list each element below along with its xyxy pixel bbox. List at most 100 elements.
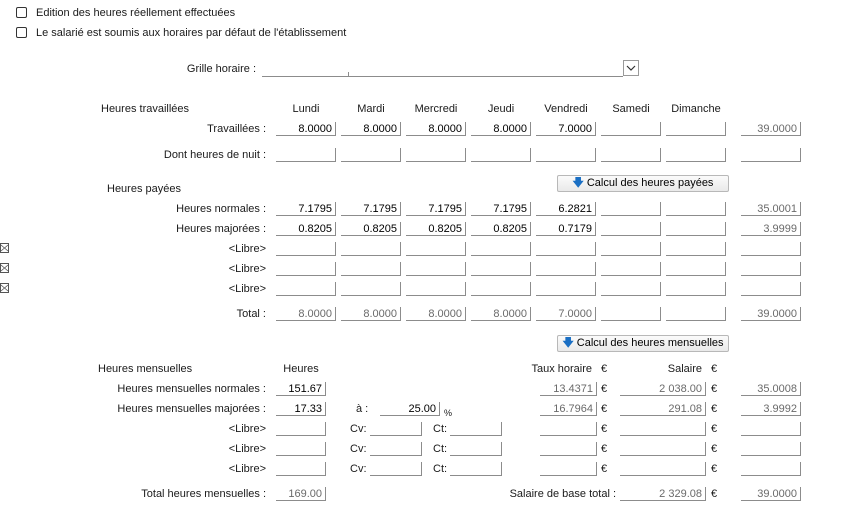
payees-row-cell[interactable] xyxy=(406,262,466,276)
payees-row-cell[interactable]: 7.1795 xyxy=(471,202,531,216)
heures-nuit-row-cell[interactable] xyxy=(471,148,531,162)
mensuelles-normales-salaire[interactable]: 2 038.00 xyxy=(620,382,706,396)
libre-mensuel-total[interactable] xyxy=(741,422,801,436)
payees-row-cell[interactable]: 0.7179 xyxy=(536,222,596,236)
mensuelles-normales-taux[interactable]: 13.4371 xyxy=(540,382,597,396)
payees-row-cell[interactable] xyxy=(471,262,531,276)
envelope-icon[interactable] xyxy=(0,263,9,273)
payees-row-cell[interactable] xyxy=(341,262,401,276)
payees-row-cell[interactable]: 7.1795 xyxy=(406,202,466,216)
libre-mensuel-total[interactable] xyxy=(741,462,801,476)
payees-row-cell[interactable] xyxy=(666,242,726,256)
payees-row-cell[interactable]: 7.1795 xyxy=(341,202,401,216)
envelope-icon[interactable] xyxy=(0,283,9,293)
heures-nuit-row-cell[interactable] xyxy=(276,148,336,162)
payees-row-total[interactable]: 35.0001 xyxy=(741,202,801,216)
cv-field[interactable] xyxy=(370,442,422,456)
payees-row-cell[interactable] xyxy=(341,242,401,256)
payees-row-cell[interactable] xyxy=(471,242,531,256)
payees-total-row-cell[interactable]: 7.0000 xyxy=(536,307,596,321)
ct-field[interactable] xyxy=(450,422,502,436)
cv-field[interactable] xyxy=(370,422,422,436)
payees-row-cell[interactable] xyxy=(666,202,726,216)
travaillees-row-cell[interactable]: 8.0000 xyxy=(341,122,401,136)
calcul-heures-mensuelles-button[interactable]: 🡇 Calcul des heures mensuelles xyxy=(557,335,729,352)
libre-mensuel-total[interactable] xyxy=(741,442,801,456)
libre-mensuel-heures[interactable] xyxy=(276,442,326,456)
heures-nuit-row-cell[interactable] xyxy=(341,148,401,162)
calcul-heures-payees-button[interactable]: 🡇 Calcul des heures payées xyxy=(557,175,729,192)
ct-field[interactable] xyxy=(450,442,502,456)
libre-mensuel-taux[interactable] xyxy=(540,462,597,476)
payees-row-total[interactable] xyxy=(741,282,801,296)
travaillees-row-cell[interactable] xyxy=(666,122,726,136)
payees-row-total[interactable]: 3.9999 xyxy=(741,222,801,236)
payees-row-cell[interactable] xyxy=(276,262,336,276)
payees-row-cell[interactable] xyxy=(601,222,661,236)
payees-row-cell[interactable] xyxy=(601,202,661,216)
payees-row-cell[interactable]: 6.2821 xyxy=(536,202,596,216)
edition-checkbox[interactable] xyxy=(16,7,27,18)
heures-nuit-row-cell[interactable] xyxy=(666,148,726,162)
total-heures-mensuelles[interactable]: 169.00 xyxy=(276,487,326,501)
payees-row-cell[interactable] xyxy=(536,262,596,276)
libre-mensuel-taux[interactable] xyxy=(540,422,597,436)
travaillees-row-cell[interactable] xyxy=(601,122,661,136)
mensuelles-majorees-taux[interactable]: 16.7964 xyxy=(540,402,597,416)
cv-field[interactable] xyxy=(370,462,422,476)
libre-mensuel-salaire[interactable] xyxy=(620,442,706,456)
payees-row-cell[interactable] xyxy=(471,282,531,296)
payees-row-cell[interactable] xyxy=(536,242,596,256)
payees-row-total[interactable] xyxy=(741,242,801,256)
heures-nuit-row-cell[interactable] xyxy=(406,148,466,162)
mensuelles-majorees-heures[interactable]: 17.33 xyxy=(276,402,326,416)
payees-total-row-cell[interactable]: 8.0000 xyxy=(341,307,401,321)
payees-row-cell[interactable] xyxy=(666,282,726,296)
salaire-base-total[interactable]: 2 329.08 xyxy=(620,487,706,501)
heures-nuit-row-cell[interactable] xyxy=(536,148,596,162)
travaillees-row-cell[interactable]: 7.0000 xyxy=(536,122,596,136)
payees-total-row-cell[interactable] xyxy=(601,307,661,321)
payees-row-cell[interactable] xyxy=(276,242,336,256)
heures-nuit-row-total[interactable] xyxy=(741,148,801,162)
majoration-pct[interactable]: 25.00 xyxy=(380,402,440,416)
payees-row-cell[interactable] xyxy=(666,262,726,276)
libre-mensuel-heures[interactable] xyxy=(276,422,326,436)
payees-total-row-cell[interactable]: 8.0000 xyxy=(276,307,336,321)
payees-row-cell[interactable] xyxy=(276,282,336,296)
soumis-checkbox[interactable] xyxy=(16,27,27,38)
grille-dropdown-button[interactable] xyxy=(623,60,639,76)
mensuelles-normales-heures[interactable]: 151.67 xyxy=(276,382,326,396)
payees-row-cell[interactable] xyxy=(406,282,466,296)
payees-row-cell[interactable] xyxy=(536,282,596,296)
libre-mensuel-heures[interactable] xyxy=(276,462,326,476)
payees-row-cell[interactable] xyxy=(601,282,661,296)
payees-row-cell[interactable]: 0.8205 xyxy=(341,222,401,236)
payees-row-cell[interactable]: 0.8205 xyxy=(406,222,466,236)
libre-mensuel-taux[interactable] xyxy=(540,442,597,456)
salaire-total[interactable]: 39.0000 xyxy=(741,487,801,501)
grille-select[interactable] xyxy=(262,62,623,77)
travaillees-row-cell[interactable]: 8.0000 xyxy=(406,122,466,136)
heures-nuit-row-cell[interactable] xyxy=(601,148,661,162)
payees-row-cell[interactable] xyxy=(601,242,661,256)
travaillees-row-cell[interactable]: 8.0000 xyxy=(276,122,336,136)
travaillees-row-total[interactable]: 39.0000 xyxy=(741,122,801,136)
payees-row-cell[interactable] xyxy=(341,282,401,296)
libre-mensuel-salaire[interactable] xyxy=(620,462,706,476)
payees-row-total[interactable] xyxy=(741,262,801,276)
payees-total-row-total[interactable]: 39.0000 xyxy=(741,307,801,321)
mensuelles-majorees-total[interactable]: 3.9992 xyxy=(741,402,801,416)
mensuelles-normales-total[interactable]: 35.0008 xyxy=(741,382,801,396)
payees-row-cell[interactable]: 7.1795 xyxy=(276,202,336,216)
payees-row-cell[interactable] xyxy=(406,242,466,256)
payees-row-cell[interactable] xyxy=(666,222,726,236)
payees-row-cell[interactable] xyxy=(601,262,661,276)
mensuelles-majorees-salaire[interactable]: 291.08 xyxy=(620,402,706,416)
libre-mensuel-salaire[interactable] xyxy=(620,422,706,436)
payees-row-cell[interactable]: 0.8205 xyxy=(471,222,531,236)
envelope-icon[interactable] xyxy=(0,243,9,253)
payees-total-row-cell[interactable] xyxy=(666,307,726,321)
ct-field[interactable] xyxy=(450,462,502,476)
travaillees-row-cell[interactable]: 8.0000 xyxy=(471,122,531,136)
